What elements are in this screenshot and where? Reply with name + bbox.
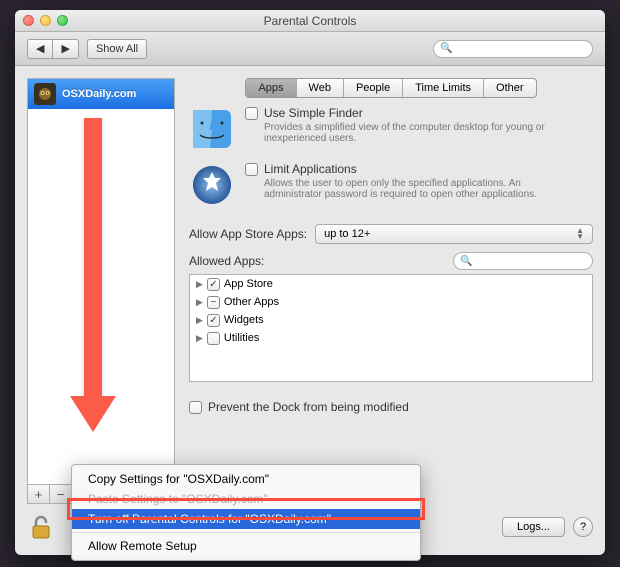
user-avatar-icon	[34, 83, 56, 105]
app-checkbox[interactable]: ✓	[207, 278, 220, 291]
simple-finder-desc: Provides a simplified view of the comput…	[264, 122, 574, 144]
menu-copy-settings[interactable]: Copy Settings for "OSXDaily.com"	[72, 469, 420, 489]
forward-button[interactable]: ▶	[52, 39, 78, 59]
window-zoom-button[interactable]	[57, 15, 68, 26]
limit-apps-label: Limit Applications	[264, 162, 574, 176]
gear-context-menu: Copy Settings for "OSXDaily.com" Paste S…	[71, 464, 421, 561]
titlebar: Parental Controls	[15, 10, 605, 32]
window-minimize-button[interactable]	[40, 15, 51, 26]
app-checkbox[interactable]: ✓	[207, 314, 220, 327]
menu-turn-off[interactable]: Turn off Parental Controls for "OSXDaily…	[72, 509, 420, 529]
menu-separator	[72, 532, 420, 533]
allow-store-select[interactable]: up to 12+ ▲▼	[315, 224, 593, 244]
tab-other[interactable]: Other	[484, 79, 536, 97]
simple-finder-checkbox[interactable]	[245, 107, 258, 120]
tab-time-limits[interactable]: Time Limits	[403, 79, 484, 97]
logs-button[interactable]: Logs...	[502, 517, 565, 537]
disclosure-icon[interactable]: ▶	[196, 333, 203, 344]
app-item[interactable]: ▶ Utilities	[190, 329, 592, 347]
show-all-button[interactable]: Show All	[87, 39, 147, 59]
toolbar-search-input[interactable]	[456, 43, 588, 54]
user-item[interactable]: OSXDaily.com	[28, 79, 174, 109]
main-panel: Apps Web People Time Limits Other Use Si…	[189, 78, 593, 504]
menu-paste-settings: Paste Settings to "OSXDaily.com"	[72, 489, 420, 509]
disclosure-icon[interactable]: ▶	[196, 297, 203, 308]
tab-web[interactable]: Web	[297, 79, 344, 97]
allowed-apps-search-input[interactable]	[476, 256, 608, 267]
limit-apps-desc: Allows the user to open only the specifi…	[264, 178, 574, 200]
add-user-button[interactable]: +	[28, 485, 50, 503]
user-list[interactable]: OSXDaily.com	[27, 78, 175, 484]
toolbar-search[interactable]: 🔍	[433, 40, 593, 58]
user-sidebar: OSXDaily.com + − ▼	[27, 78, 175, 504]
finder-icon	[189, 106, 235, 152]
prevent-dock-label: Prevent the Dock from being modified	[208, 400, 409, 414]
disclosure-icon[interactable]: ▶	[196, 315, 203, 326]
user-item-label: OSXDaily.com	[62, 88, 136, 100]
tab-group: Apps Web People Time Limits Other	[245, 78, 536, 98]
menu-allow-remote[interactable]: Allow Remote Setup	[72, 536, 420, 556]
window-title: Parental Controls	[15, 14, 605, 28]
prevent-dock-checkbox[interactable]	[189, 401, 202, 414]
search-icon: 🔍	[440, 43, 452, 54]
allowed-apps-label: Allowed Apps:	[189, 254, 264, 268]
tab-people[interactable]: People	[344, 79, 403, 97]
app-checkbox[interactable]	[207, 332, 220, 345]
back-button[interactable]: ◀	[27, 39, 52, 59]
limit-apps-checkbox[interactable]	[245, 163, 258, 176]
preferences-window: Parental Controls ◀ ▶ Show All 🔍 OSXDail…	[15, 10, 605, 555]
tab-apps[interactable]: Apps	[246, 79, 296, 97]
simple-finder-label: Use Simple Finder	[264, 106, 574, 120]
remove-user-button[interactable]: −	[50, 485, 72, 503]
disclosure-icon[interactable]: ▶	[196, 279, 203, 290]
app-item[interactable]: ▶ ✓ App Store	[190, 275, 592, 293]
search-icon: 🔍	[460, 256, 472, 267]
allowed-apps-search[interactable]: 🔍	[453, 252, 593, 270]
app-item[interactable]: ▶ − Other Apps	[190, 293, 592, 311]
lock-icon[interactable]	[27, 513, 55, 541]
window-close-button[interactable]	[23, 15, 34, 26]
allow-store-label: Allow App Store Apps:	[189, 227, 307, 241]
toolbar: ◀ ▶ Show All 🔍	[15, 32, 605, 66]
app-item[interactable]: ▶ ✓ Widgets	[190, 311, 592, 329]
appstore-icon	[189, 162, 235, 208]
help-button[interactable]: ?	[573, 517, 593, 537]
allowed-apps-list[interactable]: ▶ ✓ App Store ▶ − Other Apps ▶ ✓ Widgets…	[189, 274, 593, 382]
app-checkbox[interactable]: −	[207, 296, 220, 309]
